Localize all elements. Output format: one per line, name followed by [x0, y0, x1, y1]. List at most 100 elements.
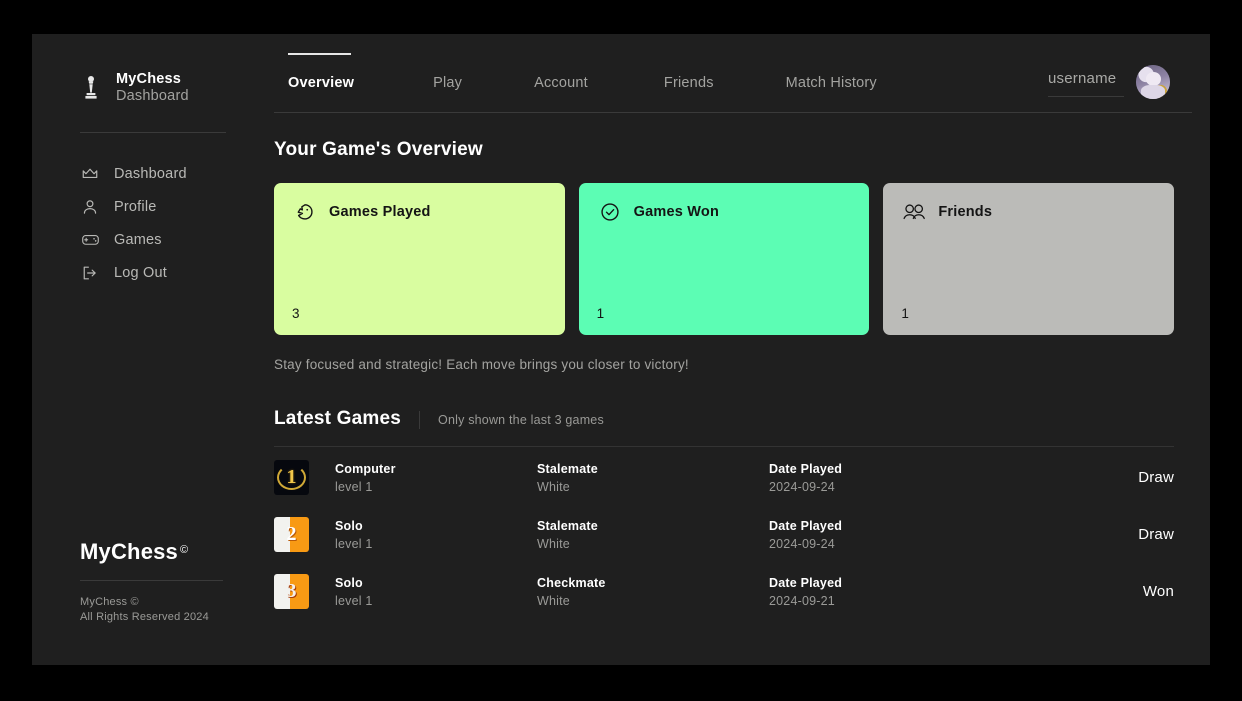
tab-account[interactable]: Account — [534, 75, 588, 113]
footer-copyright-line2: All Rights Reserved 2024 — [80, 611, 209, 623]
date-value: 2024-09-21 — [769, 593, 835, 608]
thumbnail-number: 1 — [286, 466, 297, 488]
stat-card-value: 1 — [901, 306, 910, 321]
sidebar-footer: MyChess © MyChess © All Rights Reserved … — [32, 540, 274, 625]
motivation-text: Stay focused and strategic! Each move br… — [274, 357, 689, 372]
sidebar-item-label: Dashboard — [114, 165, 187, 182]
main-content: Overview Play Account Friends Match Hist… — [274, 34, 1210, 665]
sidebar-item-games[interactable]: Games — [32, 223, 274, 256]
cell-date: Date Played 2024-09-21 — [769, 576, 1054, 608]
stat-card-header: Friends — [901, 199, 1156, 225]
stat-card-header: Games Played — [292, 199, 547, 225]
table-row[interactable]: 1 Computer level 1 Stalemate White Date … — [274, 449, 1174, 506]
sidebar-divider — [80, 132, 226, 133]
page-title: Your Game's Overview — [274, 139, 483, 160]
table-row[interactable]: 2 Solo level 1 Stalemate White Date Play… — [274, 506, 1174, 563]
stat-card-friends[interactable]: Friends 1 — [883, 183, 1175, 335]
tab-label: Account — [534, 75, 588, 91]
sidebar-item-logout[interactable]: Log Out — [32, 256, 274, 289]
topbar-divider — [274, 112, 1192, 113]
cell-date: Date Played 2024-09-24 — [769, 519, 1054, 551]
sidebar: MyChess Dashboard Dashboard Profile Game… — [32, 34, 274, 665]
stat-card-value: 1 — [596, 306, 605, 321]
badge-3-thumbnail: 3 — [274, 574, 309, 609]
latest-games-divider — [274, 446, 1174, 447]
sidebar-item-dashboard[interactable]: Dashboard — [32, 157, 274, 190]
table-row[interactable]: 3 Solo level 1 Checkmate White Date Play… — [274, 563, 1174, 620]
app-window: MyChess Dashboard Dashboard Profile Game… — [32, 34, 1210, 665]
tab-overview[interactable]: Overview — [288, 53, 355, 113]
people-icon — [901, 199, 927, 225]
games-list: 1 Computer level 1 Stalemate White Date … — [274, 449, 1192, 620]
opponent-name: Computer — [335, 461, 396, 476]
topbar: Overview Play Account Friends Match Hist… — [274, 34, 1192, 113]
thumbnail-number: 3 — [286, 580, 297, 602]
game-result: Won — [1142, 583, 1174, 600]
brand-title: MyChess — [116, 71, 182, 87]
crown-icon — [80, 164, 100, 184]
date-label: Date Played — [769, 461, 843, 476]
sidebar-item-profile[interactable]: Profile — [32, 190, 274, 223]
stat-card-group: Games Played 3 Games Won 1 Friends 1 — [274, 183, 1192, 335]
date-value: 2024-09-24 — [769, 536, 835, 551]
tab-match-history[interactable]: Match History — [786, 75, 877, 113]
cell-game-type: Stalemate White — [537, 462, 769, 494]
player-side: White — [537, 593, 570, 608]
opponent-name: Solo — [335, 518, 363, 533]
date-value: 2024-09-24 — [769, 479, 835, 494]
username-underline — [1048, 96, 1124, 97]
game-result: Draw — [1138, 469, 1174, 486]
cell-opponent: Computer level 1 — [309, 462, 537, 494]
sidebar-item-label: Games — [114, 231, 162, 248]
stat-card-games-won[interactable]: Games Won 1 — [578, 183, 870, 335]
game-type: Stalemate — [537, 518, 598, 533]
thumbnail-number: 2 — [286, 523, 297, 545]
tab-friends[interactable]: Friends — [664, 75, 714, 113]
opponent-name: Solo — [335, 575, 363, 590]
stat-card-games-played[interactable]: Games Played 3 — [274, 183, 565, 335]
latest-games-title: Latest Games — [274, 408, 402, 429]
sidebar-item-label: Log Out — [114, 264, 167, 281]
avatar[interactable] — [1136, 65, 1170, 99]
avatar-body — [1141, 85, 1165, 99]
registered-mark-icon: © — [180, 544, 189, 556]
footer-copyright-line1: MyChess © — [80, 596, 139, 608]
tab-play[interactable]: Play — [433, 75, 462, 113]
user-menu[interactable]: username — [1048, 65, 1192, 113]
cell-opponent: Solo level 1 — [309, 519, 537, 551]
date-label: Date Played — [769, 518, 843, 533]
date-label: Date Played — [769, 575, 843, 590]
user-icon — [80, 197, 100, 217]
game-type: Stalemate — [537, 461, 598, 476]
badge-1-thumbnail: 1 — [274, 460, 309, 495]
opponent-level: level 1 — [335, 479, 373, 494]
tab-label: Play — [433, 75, 463, 91]
check-circle-icon — [597, 199, 623, 225]
username-block: username — [1048, 70, 1124, 99]
game-type: Checkmate — [537, 575, 606, 590]
stat-card-label: Friends — [938, 204, 993, 220]
latest-games-header: Latest Games Only shown the last 3 games — [274, 408, 1192, 430]
footer-logo: MyChess © — [80, 540, 226, 564]
tab-bar: Overview Play Account Friends Match Hist… — [274, 34, 1048, 113]
logout-icon — [80, 263, 100, 283]
tab-label: Match History — [785, 75, 877, 91]
player-side: White — [537, 479, 570, 494]
active-tab-indicator — [288, 53, 351, 55]
brand[interactable]: MyChess Dashboard — [32, 66, 274, 110]
opponent-level: level 1 — [335, 536, 373, 551]
content-area: Your Game's Overview Games Played 3 Game… — [274, 113, 1192, 620]
stat-card-label: Games Won — [633, 204, 720, 220]
opponent-level: level 1 — [335, 593, 373, 608]
badge-2-thumbnail: 2 — [274, 517, 309, 552]
cell-opponent: Solo level 1 — [309, 576, 537, 608]
footer-logo-text: MyChess — [80, 539, 178, 564]
game-result: Draw — [1138, 526, 1174, 543]
stat-card-header: Games Won — [597, 199, 852, 225]
cell-date: Date Played 2024-09-24 — [769, 462, 1054, 494]
tab-label: Overview — [288, 75, 355, 91]
sidebar-item-label: Profile — [114, 198, 157, 215]
footer-divider — [80, 580, 223, 581]
cell-game-type: Stalemate White — [537, 519, 769, 551]
stat-card-label: Games Played — [329, 204, 431, 220]
